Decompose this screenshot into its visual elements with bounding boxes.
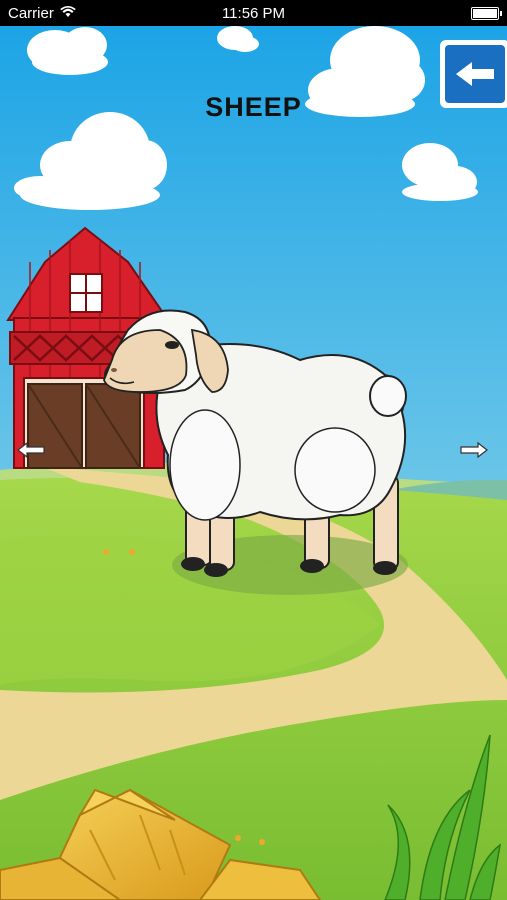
battery-icon — [471, 6, 502, 20]
back-button[interactable] — [440, 40, 507, 108]
next-arrow-button[interactable] — [459, 440, 489, 460]
right-arrow-icon — [460, 441, 488, 459]
status-time: 11:56 PM — [221, 4, 286, 22]
farm-scene — [0, 0, 507, 900]
left-arrow-icon — [17, 441, 45, 459]
cloud — [27, 27, 108, 75]
carrier-label: Carrier — [8, 4, 54, 22]
status-bar: Carrier 11:56 PM — [0, 0, 507, 26]
previous-arrow-button[interactable] — [16, 440, 46, 460]
animal-name: SHEEP — [205, 92, 302, 122]
back-arrow-icon — [445, 45, 505, 103]
wifi-icon — [60, 5, 76, 22]
